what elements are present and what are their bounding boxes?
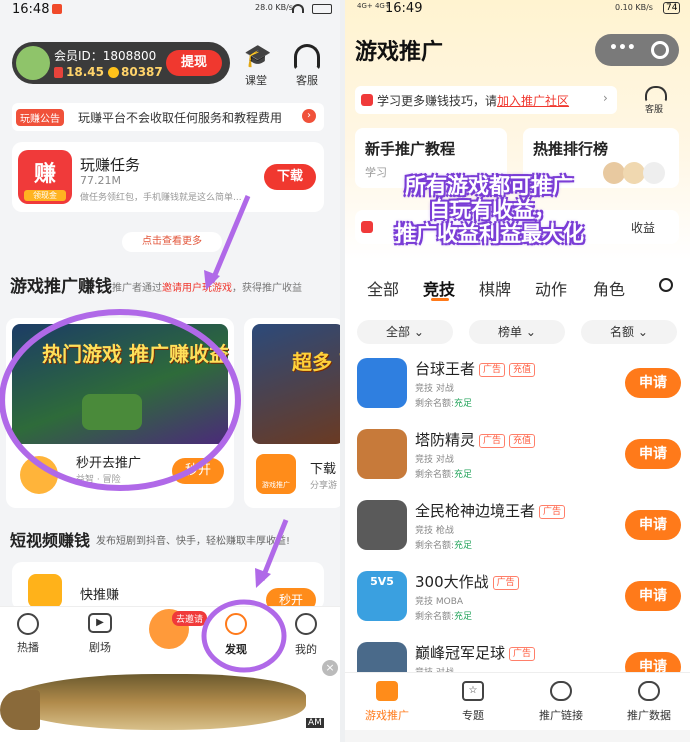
beginner-tutorial-title: 新手推广教程 <box>365 140 456 158</box>
game-tag: 广告 <box>539 504 566 519</box>
tip-bar[interactable]: 学习更多赚钱技巧，请加入推广社区 › <box>355 86 617 114</box>
tip-icon <box>361 94 373 106</box>
battery-level: 74 <box>663 2 681 14</box>
arrow-head-2 <box>255 568 271 588</box>
link-icon <box>550 681 572 701</box>
arrow-line-2 <box>259 519 289 581</box>
notice-icon <box>361 221 373 233</box>
game-name: 全民枪神边境王者 广告 <box>415 500 566 521</box>
system-nav-bar <box>345 730 690 742</box>
search-icon[interactable] <box>659 278 673 292</box>
game-tag: 广告 <box>492 575 519 590</box>
avatar <box>603 162 625 184</box>
avatar <box>643 162 665 184</box>
status-time-right: 16:49 <box>385 1 423 16</box>
tab-chess[interactable]: 棋牌 <box>479 276 511 300</box>
game-genre: 竞技 对战 <box>415 455 454 465</box>
game-name: 巅峰冠军足球 广告 <box>415 642 536 663</box>
highlight-circle <box>0 309 241 491</box>
game-name: 塔防精灵 广告 充值 <box>415 429 536 450</box>
game-genre: 竞技 MOBA <box>415 597 464 607</box>
game-icon <box>357 429 407 479</box>
game-icon <box>357 500 407 550</box>
apply-button[interactable]: 申请 <box>625 368 681 398</box>
nav-topics[interactable]: ☆ 专题 <box>449 681 497 723</box>
tab-all[interactable]: 全部 <box>367 276 399 300</box>
more-dots-icon[interactable]: ••• <box>609 40 636 56</box>
filter-ranking[interactable]: 榜单 ⌄ <box>469 320 565 344</box>
game-tag: 充值 <box>509 433 536 448</box>
game-tag: 广告 <box>479 433 506 448</box>
close-capsule-icon[interactable] <box>651 41 669 59</box>
chevron-right-icon: › <box>603 91 608 105</box>
game-quota: 剩余名额:充足 <box>415 399 473 409</box>
game-tag: 充值 <box>509 362 536 377</box>
apply-button[interactable]: 申请 <box>625 510 681 540</box>
right-screen: 4G+ 4G+ 16:49 0.10 KB/s 74 游戏推广 ••• 学习更多… <box>345 0 690 742</box>
nav-promo-link[interactable]: 推广链接 <box>533 681 589 723</box>
category-tabs: 全部 竞技 棋牌 动作 角色 <box>345 258 690 314</box>
tip-text: 学习更多赚钱技巧，请加入推广社区 <box>377 94 570 108</box>
nav-game-promo[interactable]: 游戏推广 <box>359 681 415 723</box>
game-icon <box>357 358 407 408</box>
game-tag: 广告 <box>509 646 536 661</box>
avatar <box>623 162 645 184</box>
status-speed-right: 0.10 KB/s <box>615 3 653 12</box>
overlay-line-3: 推广收益利益最大化 <box>395 222 584 246</box>
tab-competitive[interactable]: 竞技 <box>423 276 455 300</box>
left-screen: 16:48 28.0 KB/s 会员ID：1808800 18.45 80387… <box>0 0 340 742</box>
game-row[interactable]: 全民枪神边境王者 广告竞技 枪战剩余名额:充足 申请 <box>345 498 690 564</box>
game-row[interactable]: 5V5 300大作战 广告竞技 MOBA 剩余名额:充足 申请 <box>345 569 690 635</box>
house-icon <box>376 681 398 701</box>
game-genre: 竞技 对战 <box>415 384 454 394</box>
filter-quota[interactable]: 名额 ⌄ <box>581 320 677 344</box>
apply-button[interactable]: 申请 <box>625 581 681 611</box>
nav-promo-data[interactable]: 推广数据 <box>619 681 679 723</box>
active-tab-indicator <box>431 298 449 301</box>
hot-ranking-title: 热推排行榜 <box>533 140 609 158</box>
mini-program-capsule[interactable]: ••• <box>595 34 679 66</box>
beginner-tutorial-sub: 学习 <box>365 166 387 179</box>
game-name: 300大作战 广告 <box>415 571 519 592</box>
annotation-overlay <box>0 195 289 673</box>
tab-rpg[interactable]: 角色 <box>593 276 625 300</box>
game-quota: 剩余名额:充足 <box>415 470 473 480</box>
highlight-circle-2 <box>201 599 287 673</box>
chart-icon <box>638 681 660 701</box>
bottom-nav-right: 游戏推广 ☆ 专题 推广链接 推广数据 <box>345 672 690 730</box>
star-icon: ☆ <box>462 681 484 701</box>
game-name: 台球王者 广告 充值 <box>415 358 536 379</box>
game-icon: 5V5 <box>357 571 407 621</box>
notice-tail: 收益 <box>631 221 656 235</box>
game-tag: 广告 <box>479 362 506 377</box>
service-icon[interactable] <box>645 86 667 102</box>
service-label[interactable]: 客服 <box>645 102 663 115</box>
tab-action[interactable]: 动作 <box>535 276 567 300</box>
game-row[interactable]: 台球王者 广告 充值竞技 对战剩余名额:充足 申请 <box>345 356 690 422</box>
game-quota: 剩余名额:充足 <box>415 541 473 551</box>
apply-button[interactable]: 申请 <box>625 439 681 469</box>
game-row[interactable]: 塔防精灵 广告 充值竞技 对战剩余名额:充足 申请 <box>345 427 690 493</box>
arrow-line-1 <box>209 195 251 283</box>
game-genre: 竞技 枪战 <box>415 526 454 536</box>
filter-all[interactable]: 全部 ⌄ <box>357 320 453 344</box>
game-quota: 剩余名额:充足 <box>415 612 473 622</box>
page-title: 游戏推广 <box>355 40 444 65</box>
